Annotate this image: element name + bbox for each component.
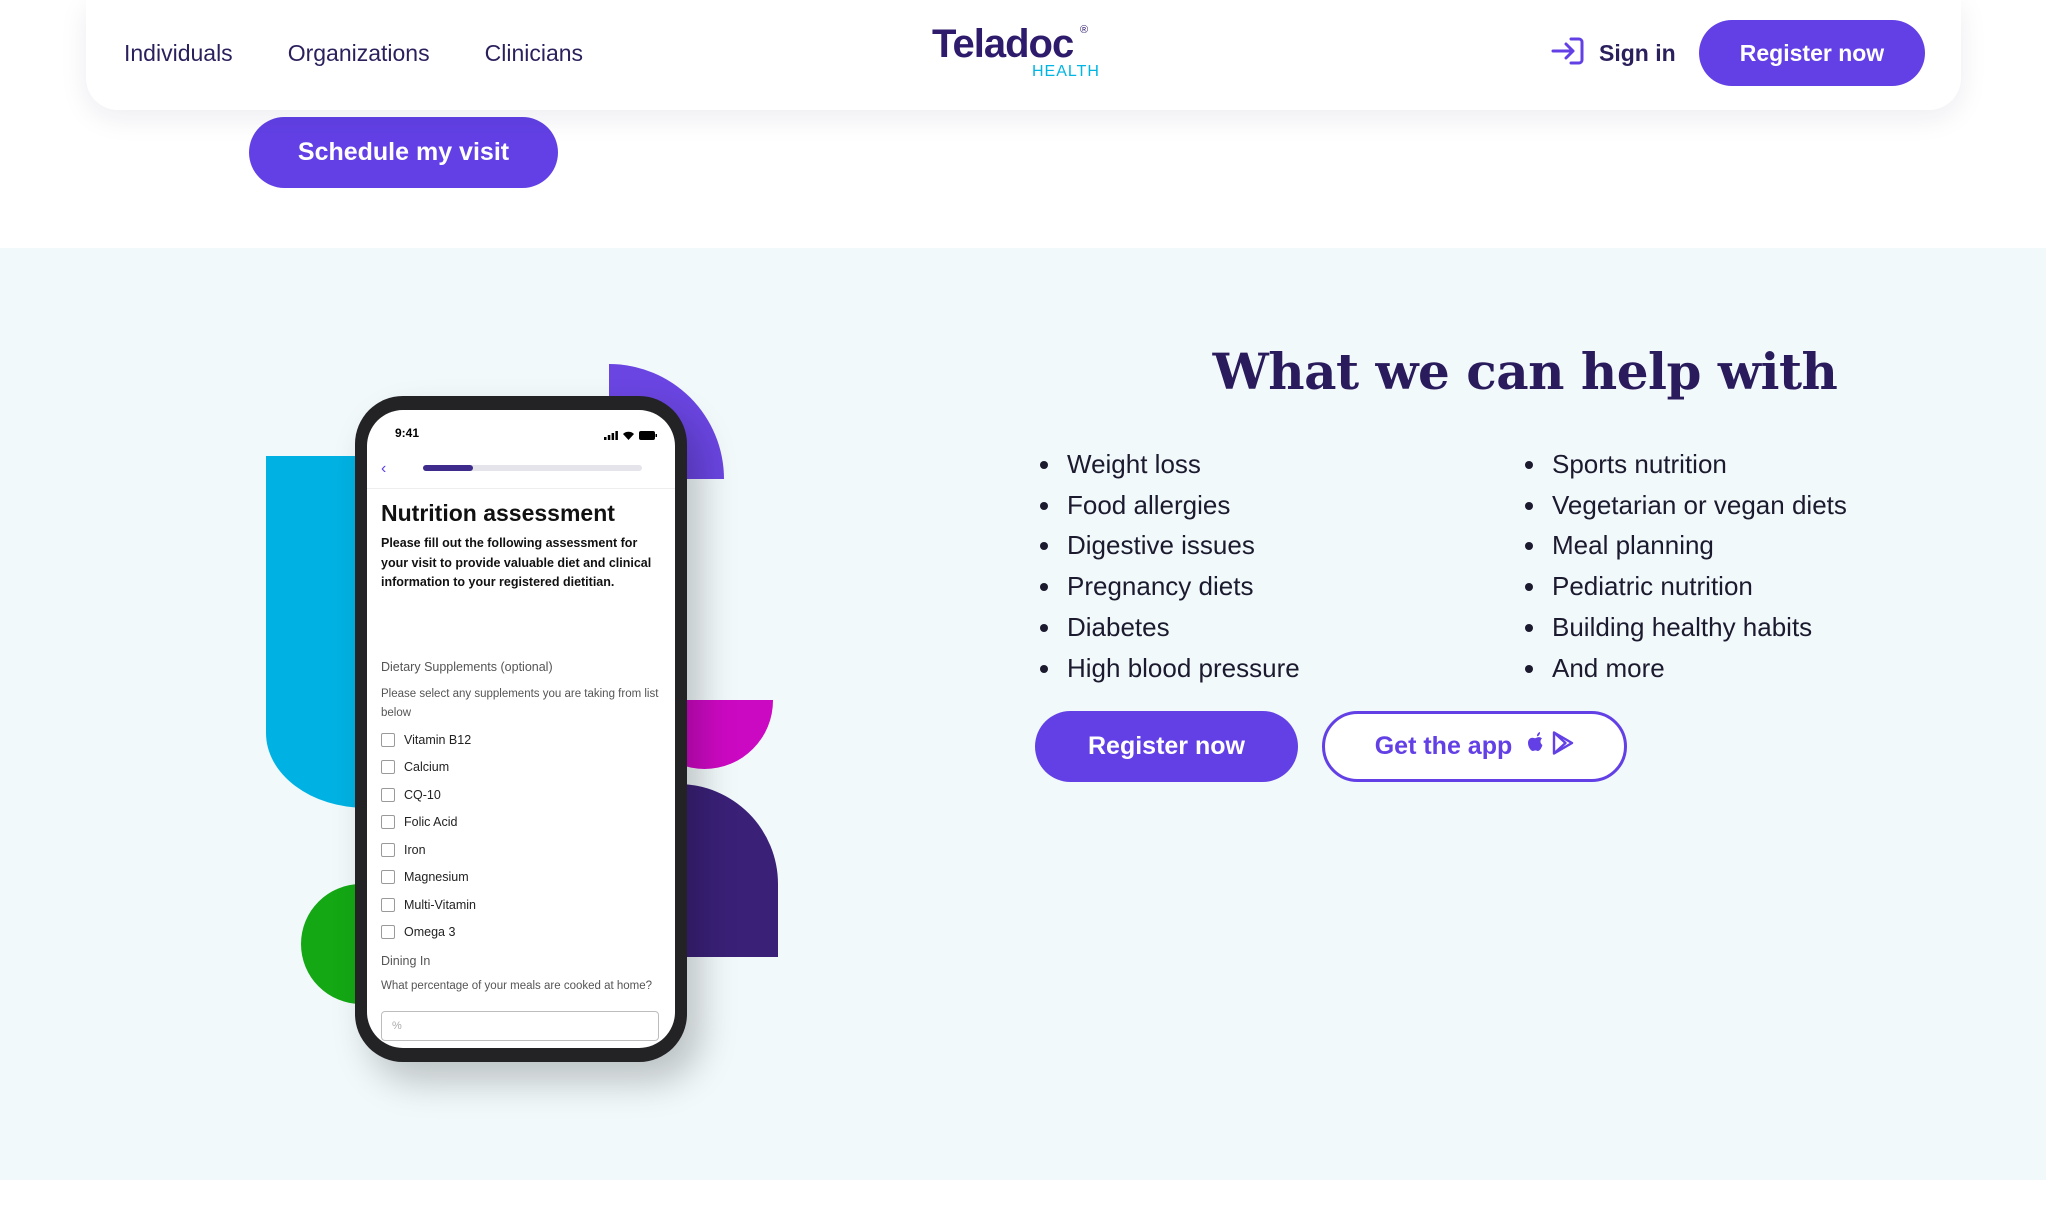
assessment-progress-bar	[423, 465, 642, 471]
supplement-option[interactable]: Multi-Vitamin	[381, 891, 476, 919]
status-bar-time: 9:41	[395, 426, 420, 440]
list-item: Pediatric nutrition	[1521, 566, 1847, 607]
list-item: Food allergies	[1036, 485, 1300, 526]
supplements-help: Please select any supplements you are ta…	[381, 688, 659, 719]
section-heading: What we can help with	[1212, 342, 1838, 401]
checkbox[interactable]	[381, 842, 395, 857]
list-item: Digestive issues	[1036, 525, 1300, 566]
supplements-label: Dietary Supplements (optional)	[381, 660, 553, 674]
status-bar-icons	[604, 427, 657, 445]
google-play-icon	[1552, 731, 1574, 762]
back-chevron-icon[interactable]: ‹	[381, 460, 386, 478]
nav-link-organizations[interactable]: Organizations	[288, 38, 430, 68]
list-item: Pregnancy diets	[1036, 566, 1300, 607]
assessment-description: Please fill out the following assessment…	[381, 536, 652, 589]
schedule-visit-button[interactable]: Schedule my visit	[249, 117, 558, 188]
list-item: And more	[1521, 648, 1847, 689]
app-store-icons	[1526, 731, 1574, 762]
supplement-option[interactable]: Magnesium	[381, 864, 476, 892]
dining-in-help: What percentage of your meals are cooked…	[381, 980, 653, 992]
checkbox[interactable]	[381, 925, 395, 940]
sign-in-arrow-icon	[1551, 36, 1585, 71]
logo-wordmark: Teladoc	[932, 22, 1074, 66]
checkbox[interactable]	[381, 870, 395, 885]
phone-screen: 9:41 ‹ Nutrition assessment Please fill …	[367, 410, 675, 1048]
list-item: Diabetes	[1036, 607, 1300, 648]
list-item: Building healthy habits	[1521, 607, 1847, 648]
logo-subtitle: HEALTH	[1032, 63, 1100, 80]
battery-icon	[639, 427, 657, 445]
apple-icon	[1526, 731, 1546, 762]
page: Individuals Organizations Clinicians Tel…	[0, 0, 2046, 1222]
supplement-option[interactable]: Omega 3	[381, 919, 476, 947]
help-topics-right: Sports nutrition Vegetarian or vegan die…	[1521, 444, 1847, 688]
register-now-button[interactable]: Register now	[1035, 711, 1298, 782]
checkbox[interactable]	[381, 815, 395, 830]
supplement-option[interactable]: CQ-10	[381, 781, 476, 809]
checkbox[interactable]	[381, 732, 395, 747]
list-item: Meal planning	[1521, 525, 1847, 566]
list-item: High blood pressure	[1036, 648, 1300, 689]
nav-link-individuals[interactable]: Individuals	[124, 38, 233, 68]
get-the-app-button[interactable]: Get the app	[1322, 711, 1627, 782]
checkbox[interactable]	[381, 760, 395, 775]
supplement-option[interactable]: Calcium	[381, 754, 476, 782]
supplement-option[interactable]: Iron	[381, 836, 476, 864]
dining-in-label: Dining In	[381, 954, 431, 968]
logo-registered-mark: ®	[1080, 24, 1089, 36]
help-topics-left: Weight loss Food allergies Digestive iss…	[1036, 444, 1300, 688]
list-item: Weight loss	[1036, 444, 1300, 485]
nav-links: Individuals Organizations Clinicians	[124, 38, 638, 68]
assessment-title: Nutrition assessment	[381, 500, 615, 526]
meals-percentage-input[interactable]: %	[381, 1011, 659, 1041]
supplements-checklist: Vitamin B12 Calcium CQ-10 Folic Acid Iro…	[381, 726, 476, 946]
register-now-header-button[interactable]: Register now	[1699, 20, 1925, 86]
sign-in-label: Sign in	[1599, 39, 1676, 66]
list-item: Sports nutrition	[1521, 444, 1847, 485]
teladoc-logo[interactable]: Teladoc ® HEALTH	[932, 22, 1102, 82]
list-item: Vegetarian or vegan diets	[1521, 485, 1847, 526]
header-divider	[367, 488, 675, 489]
sign-in-link[interactable]: Sign in	[1551, 33, 1676, 73]
signal-icon	[604, 427, 618, 445]
supplement-option[interactable]: Folic Acid	[381, 809, 476, 837]
wifi-icon	[622, 427, 635, 445]
nav-link-clinicians[interactable]: Clinicians	[485, 38, 583, 68]
phone-mockup: 9:41 ‹ Nutrition assessment Please fill …	[355, 396, 687, 1062]
supplement-option[interactable]: Vitamin B12	[381, 726, 476, 754]
checkbox[interactable]	[381, 787, 395, 802]
assessment-progress-fill	[423, 465, 474, 471]
checkbox[interactable]	[381, 897, 395, 912]
get-the-app-label: Get the app	[1374, 732, 1513, 760]
top-navigation: Individuals Organizations Clinicians Tel…	[86, 0, 1961, 110]
